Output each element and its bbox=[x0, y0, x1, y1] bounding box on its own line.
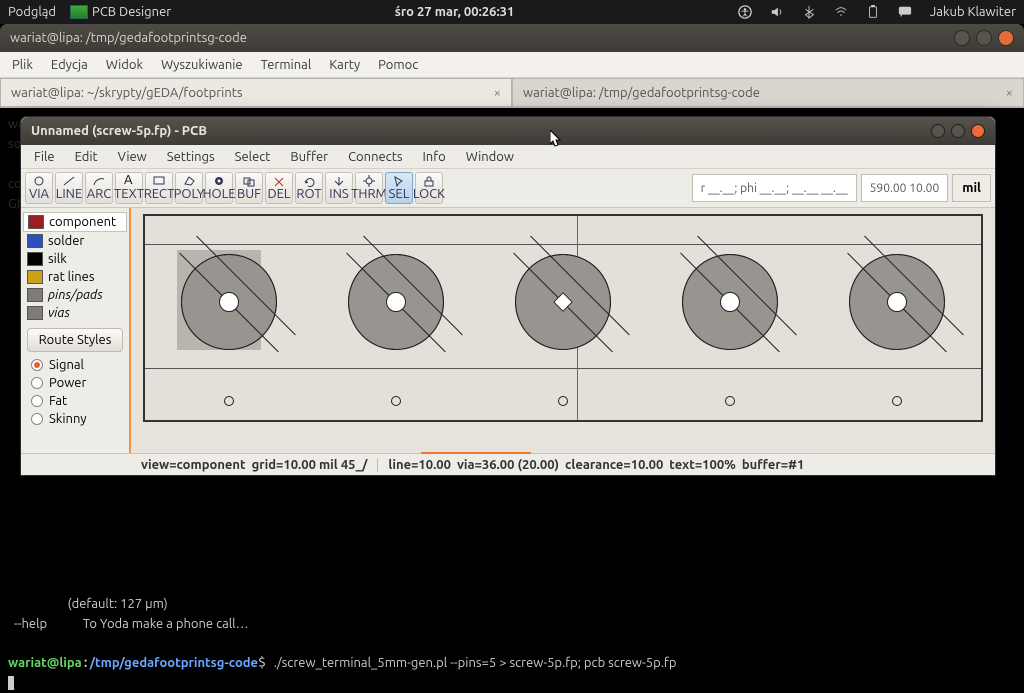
menu-view[interactable]: View bbox=[111, 148, 154, 166]
accessibility-icon[interactable] bbox=[738, 5, 752, 19]
panel-clock[interactable]: śro 27 mar, 00:26:31 bbox=[171, 5, 738, 19]
menu-edit[interactable]: Edit bbox=[68, 148, 105, 166]
dim-readout: 590.00 10.00 bbox=[861, 174, 949, 202]
pcb-canvas[interactable] bbox=[143, 214, 983, 422]
menu-file[interactable]: File bbox=[27, 148, 62, 166]
layer-swatch bbox=[27, 270, 43, 284]
terminal-menubar: Plik Edycja Widok Wyszukiwanie Terminal … bbox=[0, 52, 1024, 78]
layer-component[interactable]: component bbox=[23, 212, 127, 232]
pad-1[interactable] bbox=[181, 254, 277, 350]
pcb-title-text: Unnamed (screw-5p.fp) - PCB bbox=[31, 124, 207, 138]
svg-text:A: A bbox=[124, 175, 133, 187]
menu-buffer[interactable]: Buffer bbox=[283, 148, 335, 166]
close-icon[interactable]: × bbox=[1006, 86, 1013, 100]
chat-icon[interactable] bbox=[898, 5, 912, 19]
pad-2[interactable] bbox=[348, 254, 444, 350]
volume-icon[interactable] bbox=[770, 5, 784, 19]
terminal-tab-2[interactable]: wariat@lipa: /tmp/gedafootprintsg-code× bbox=[512, 78, 1024, 107]
pcb-menubar: File Edit View Settings Select Buffer Co… bbox=[21, 145, 995, 169]
terminal-title-text: wariat@lipa: /tmp/gedafootprintsg-code bbox=[10, 31, 247, 45]
layer-swatch bbox=[27, 288, 43, 302]
tool-thrm[interactable]: THRM bbox=[355, 172, 383, 204]
mouse-cursor-icon bbox=[550, 130, 562, 148]
panel-app-1[interactable]: Podgląd bbox=[8, 5, 56, 19]
terminal-titlebar[interactable]: wariat@lipa: /tmp/gedafootprintsg-code bbox=[0, 24, 1024, 52]
tool-line[interactable]: LINE bbox=[55, 172, 83, 204]
radio-icon bbox=[31, 395, 43, 407]
menu-plik[interactable]: Plik bbox=[6, 56, 39, 74]
coord-readout: r __.__; phi __.__; __.__ __.__ bbox=[692, 174, 857, 202]
tool-rect[interactable]: RECT bbox=[145, 172, 173, 204]
layer-vias[interactable]: vias bbox=[23, 304, 127, 322]
terminal-close-button[interactable] bbox=[998, 30, 1014, 46]
route-skinny[interactable]: Skinny bbox=[23, 410, 127, 428]
pcb-maximize-button[interactable] bbox=[951, 124, 965, 138]
layer-pins-pads[interactable]: pins/pads bbox=[23, 286, 127, 304]
pcb-titlebar[interactable]: Unnamed (screw-5p.fp) - PCB bbox=[21, 117, 995, 145]
menu-select[interactable]: Select bbox=[228, 148, 278, 166]
route-signal[interactable]: Signal bbox=[23, 356, 127, 374]
menu-settings[interactable]: Settings bbox=[160, 148, 222, 166]
pad-3[interactable] bbox=[515, 254, 611, 350]
layer-swatch bbox=[27, 306, 43, 320]
layer-sidebar: componentsoldersilkrat linespins/padsvia… bbox=[21, 208, 131, 458]
layer-swatch bbox=[28, 215, 44, 229]
layer-silk[interactable]: silk bbox=[23, 250, 127, 268]
menu-karty[interactable]: Karty bbox=[323, 56, 366, 74]
pad-5[interactable] bbox=[849, 254, 945, 350]
tool-arc[interactable]: ARC bbox=[85, 172, 113, 204]
menu-pomoc[interactable]: Pomoc bbox=[372, 56, 424, 74]
tool-rot[interactable]: ROT bbox=[295, 172, 323, 204]
tool-del[interactable]: DEL bbox=[265, 172, 293, 204]
radio-icon bbox=[31, 359, 43, 371]
wifi-icon[interactable] bbox=[834, 5, 848, 19]
terminal-tabs: wariat@lipa: ~/skrypty/gEDA/footprints× … bbox=[0, 78, 1024, 108]
tool-hole[interactable]: HOLE bbox=[205, 172, 233, 204]
top-panel: Podgląd PCB Designer śro 27 mar, 00:26:3… bbox=[0, 0, 1024, 24]
menu-info[interactable]: Info bbox=[415, 148, 452, 166]
battery-icon[interactable] bbox=[866, 5, 880, 19]
bluetooth-icon[interactable] bbox=[802, 5, 816, 19]
tool-poly[interactable]: POLY bbox=[175, 172, 203, 204]
menu-edycja[interactable]: Edycja bbox=[45, 56, 94, 74]
menu-terminal[interactable]: Terminal bbox=[255, 56, 318, 74]
terminal-minimize-button[interactable] bbox=[954, 30, 970, 46]
menu-wyszukiwanie[interactable]: Wyszukiwanie bbox=[155, 56, 249, 74]
tool-text[interactable]: ATEXT bbox=[115, 172, 143, 204]
menu-widok[interactable]: Widok bbox=[100, 56, 149, 74]
route-fat[interactable]: Fat bbox=[23, 392, 127, 410]
tool-via[interactable]: VIA bbox=[25, 172, 53, 204]
pad-4[interactable] bbox=[682, 254, 778, 350]
route-power[interactable]: Power bbox=[23, 374, 127, 392]
tool-lock[interactable]: LOCK bbox=[415, 172, 443, 204]
layer-swatch bbox=[27, 252, 43, 266]
pcb-toolbar: VIA LINE ARC ATEXT RECT POLY HOLE BUF DE… bbox=[21, 169, 447, 207]
terminal-maximize-button[interactable] bbox=[976, 30, 992, 46]
pcb-info: r __.__; phi __.__; __.__ __.__ 590.00 1… bbox=[688, 174, 995, 202]
radio-icon bbox=[31, 377, 43, 389]
layer-rat-lines[interactable]: rat lines bbox=[23, 268, 127, 286]
pcb-window: Unnamed (screw-5p.fp) - PCB File Edit Vi… bbox=[20, 116, 996, 476]
radio-icon bbox=[31, 413, 43, 425]
pcb-close-button[interactable] bbox=[971, 124, 985, 138]
panel-app-2[interactable]: PCB Designer bbox=[70, 5, 171, 20]
pcb-icon bbox=[70, 5, 88, 19]
route-styles-button[interactable]: Route Styles bbox=[27, 328, 123, 352]
pcb-minimize-button[interactable] bbox=[931, 124, 945, 138]
panel-user[interactable]: Jakub Klawiter bbox=[930, 5, 1016, 19]
menu-connects[interactable]: Connects bbox=[341, 148, 409, 166]
layer-solder[interactable]: solder bbox=[23, 232, 127, 250]
menu-window[interactable]: Window bbox=[459, 148, 521, 166]
close-icon[interactable]: × bbox=[494, 86, 501, 100]
terminal-tab-1[interactable]: wariat@lipa: ~/skrypty/gEDA/footprints× bbox=[0, 78, 512, 107]
pcb-statusbar: view=component grid=10.00 mil 45_/ line=… bbox=[21, 453, 995, 475]
tool-buf[interactable]: BUF bbox=[235, 172, 263, 204]
unit-toggle[interactable]: mil bbox=[952, 174, 991, 202]
tool-ins[interactable]: INS bbox=[325, 172, 353, 204]
layer-swatch bbox=[27, 234, 43, 248]
tool-sel[interactable]: SEL bbox=[385, 172, 413, 204]
